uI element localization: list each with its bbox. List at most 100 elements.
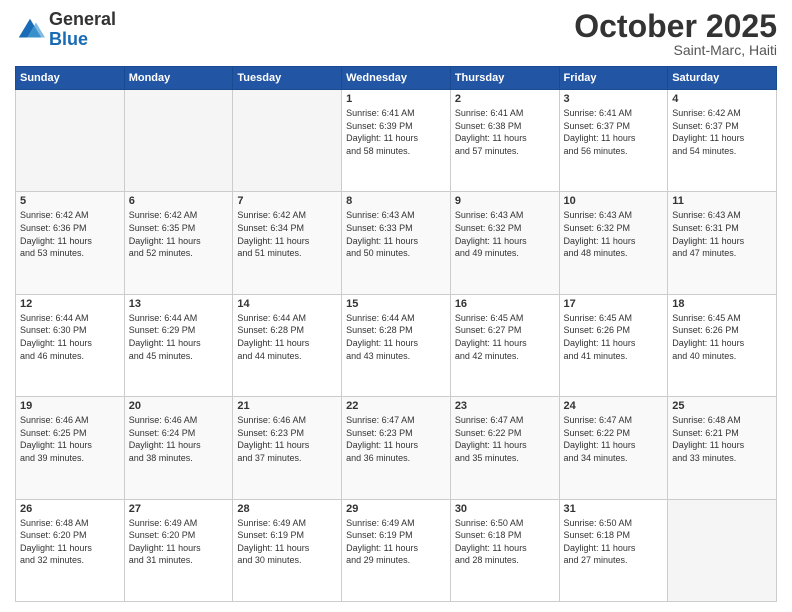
table-row	[233, 90, 342, 192]
table-row: 21 Sunrise: 6:46 AMSunset: 6:23 PMDayligh…	[233, 397, 342, 499]
table-row: 7Sunrise: 6:42 AMSunset: 6:34 PMDaylight…	[233, 192, 342, 294]
logo-icon	[15, 15, 45, 45]
table-row: 25Sunrise: 6:48 AMSunset: 6:21 PMDayligh…	[668, 397, 777, 499]
cell-content: Sunrise: 6:45 AMSunset: 6:26 PMDaylight:…	[672, 312, 772, 362]
table-row: 13Sunrise: 6:44 AMSunset: 6:29 PMDayligh…	[124, 294, 233, 396]
table-row: 30 Sunrise: 6:50 AMSunset: 6:18 PMDayligh…	[450, 499, 559, 601]
table-row: 8 Sunrise: 6:43 AMSunset: 6:33 PMDaylight…	[342, 192, 451, 294]
day-number: 19	[20, 400, 120, 412]
day-number: 1	[346, 93, 446, 105]
cell-content: Sunrise: 6:43 AMSunset: 6:32 PMDaylight:…	[455, 209, 555, 259]
title-block: October 2025 Saint-Marc, Haiti	[574, 10, 777, 58]
cell-content: Sunrise: 6:41 AMSunset: 6:37 PMDaylight:…	[564, 107, 664, 157]
table-row: 16 Sunrise: 6:45 AMSunset: 6:27 PMDayligh…	[450, 294, 559, 396]
day-number: 29	[346, 503, 446, 515]
table-row: 11 Sunrise: 6:43 AMSunset: 6:31 PMDayligh…	[668, 192, 777, 294]
header: General Blue October 2025 Saint-Marc, Ha…	[15, 10, 777, 58]
day-number: 17	[564, 298, 664, 310]
logo: General Blue	[15, 10, 116, 50]
page: General Blue October 2025 Saint-Marc, Ha…	[0, 0, 792, 612]
day-number: 21	[237, 400, 337, 412]
cell-content: Sunrise: 6:43 AMSunset: 6:31 PMDaylight:…	[672, 209, 772, 259]
cell-content: Sunrise: 6:44 AMSunset: 6:28 PMDaylight:…	[346, 312, 446, 362]
cell-content: Sunrise: 6:42 AMSunset: 6:37 PMDaylight:…	[672, 107, 772, 157]
table-row: 3 Sunrise: 6:41 AMSunset: 6:37 PMDaylight…	[559, 90, 668, 192]
table-row: 26Sunrise: 6:48 AMSunset: 6:20 PMDayligh…	[16, 499, 125, 601]
table-row: 18 Sunrise: 6:45 AMSunset: 6:26 PMDayligh…	[668, 294, 777, 396]
day-number: 16	[455, 298, 555, 310]
day-number: 6	[129, 195, 229, 207]
logo-general: General	[49, 9, 116, 29]
table-row	[124, 90, 233, 192]
cell-content: Sunrise: 6:41 AMSunset: 6:38 PMDaylight:…	[455, 107, 555, 157]
table-row: 4 Sunrise: 6:42 AMSunset: 6:37 PMDaylight…	[668, 90, 777, 192]
logo-text: General Blue	[49, 10, 116, 50]
col-friday: Friday	[559, 67, 668, 90]
day-number: 12	[20, 298, 120, 310]
day-number: 14	[237, 298, 337, 310]
cell-content: Sunrise: 6:48 AMSunset: 6:21 PMDaylight:…	[672, 414, 772, 464]
col-tuesday: Tuesday	[233, 67, 342, 90]
cell-content: Sunrise: 6:44 AMSunset: 6:29 PMDaylight:…	[129, 312, 229, 362]
calendar-week-row: 26Sunrise: 6:48 AMSunset: 6:20 PMDayligh…	[16, 499, 777, 601]
cell-content: Sunrise: 6:43 AMSunset: 6:32 PMDaylight:…	[564, 209, 664, 259]
cell-content: Sunrise: 6:48 AMSunset: 6:20 PMDaylight:…	[20, 517, 120, 567]
calendar-header-row: Sunday Monday Tuesday Wednesday Thursday…	[16, 67, 777, 90]
day-number: 22	[346, 400, 446, 412]
table-row: 2 Sunrise: 6:41 AMSunset: 6:38 PMDaylight…	[450, 90, 559, 192]
col-thursday: Thursday	[450, 67, 559, 90]
day-number: 27	[129, 503, 229, 515]
calendar-week-row: 1 Sunrise: 6:41 AMSunset: 6:39 PMDaylight…	[16, 90, 777, 192]
table-row: 20 Sunrise: 6:46 AMSunset: 6:24 PMDayligh…	[124, 397, 233, 499]
day-number: 23	[455, 400, 555, 412]
table-row: 6 Sunrise: 6:42 AMSunset: 6:35 PMDaylight…	[124, 192, 233, 294]
col-sunday: Sunday	[16, 67, 125, 90]
cell-content: Sunrise: 6:41 AMSunset: 6:39 PMDaylight:…	[346, 107, 446, 157]
calendar-week-row: 12Sunrise: 6:44 AMSunset: 6:30 PMDayligh…	[16, 294, 777, 396]
table-row: 19 Sunrise: 6:46 AMSunset: 6:25 PMDayligh…	[16, 397, 125, 499]
cell-content: Sunrise: 6:47 AMSunset: 6:23 PMDaylight:…	[346, 414, 446, 464]
cell-content: Sunrise: 6:45 AMSunset: 6:26 PMDaylight:…	[564, 312, 664, 362]
day-number: 10	[564, 195, 664, 207]
table-row: 23 Sunrise: 6:47 AMSunset: 6:22 PMDayligh…	[450, 397, 559, 499]
cell-content: Sunrise: 6:46 AMSunset: 6:25 PMDaylight:…	[20, 414, 120, 464]
day-number: 15	[346, 298, 446, 310]
cell-content: Sunrise: 6:47 AMSunset: 6:22 PMDaylight:…	[455, 414, 555, 464]
table-row: 31Sunrise: 6:50 AMSunset: 6:18 PMDayligh…	[559, 499, 668, 601]
cell-content: Sunrise: 6:42 AMSunset: 6:36 PMDaylight:…	[20, 209, 120, 259]
location: Saint-Marc, Haiti	[574, 42, 777, 58]
day-number: 3	[564, 93, 664, 105]
day-number: 2	[455, 93, 555, 105]
cell-content: Sunrise: 6:46 AMSunset: 6:23 PMDaylight:…	[237, 414, 337, 464]
cell-content: Sunrise: 6:43 AMSunset: 6:33 PMDaylight:…	[346, 209, 446, 259]
day-number: 8	[346, 195, 446, 207]
table-row: 22 Sunrise: 6:47 AMSunset: 6:23 PMDayligh…	[342, 397, 451, 499]
cell-content: Sunrise: 6:42 AMSunset: 6:35 PMDaylight:…	[129, 209, 229, 259]
cell-content: Sunrise: 6:44 AMSunset: 6:28 PMDaylight:…	[237, 312, 337, 362]
table-row: 10 Sunrise: 6:43 AMSunset: 6:32 PMDayligh…	[559, 192, 668, 294]
day-number: 11	[672, 195, 772, 207]
calendar-week-row: 5 Sunrise: 6:42 AMSunset: 6:36 PMDaylight…	[16, 192, 777, 294]
cell-content: Sunrise: 6:49 AMSunset: 6:19 PMDaylight:…	[346, 517, 446, 567]
cell-content: Sunrise: 6:46 AMSunset: 6:24 PMDaylight:…	[129, 414, 229, 464]
table-row: 17 Sunrise: 6:45 AMSunset: 6:26 PMDayligh…	[559, 294, 668, 396]
day-number: 30	[455, 503, 555, 515]
day-number: 24	[564, 400, 664, 412]
cell-content: Sunrise: 6:50 AMSunset: 6:18 PMDaylight:…	[455, 517, 555, 567]
table-row	[668, 499, 777, 601]
cell-content: Sunrise: 6:50 AMSunset: 6:18 PMDaylight:…	[564, 517, 664, 567]
day-number: 20	[129, 400, 229, 412]
day-number: 7	[237, 195, 337, 207]
table-row: 1 Sunrise: 6:41 AMSunset: 6:39 PMDaylight…	[342, 90, 451, 192]
day-number: 5	[20, 195, 120, 207]
calendar: Sunday Monday Tuesday Wednesday Thursday…	[15, 66, 777, 602]
day-number: 9	[455, 195, 555, 207]
day-number: 18	[672, 298, 772, 310]
day-number: 28	[237, 503, 337, 515]
table-row: 5 Sunrise: 6:42 AMSunset: 6:36 PMDaylight…	[16, 192, 125, 294]
day-number: 4	[672, 93, 772, 105]
table-row: 29 Sunrise: 6:49 AMSunset: 6:19 PMDayligh…	[342, 499, 451, 601]
calendar-week-row: 19 Sunrise: 6:46 AMSunset: 6:25 PMDayligh…	[16, 397, 777, 499]
cell-content: Sunrise: 6:45 AMSunset: 6:27 PMDaylight:…	[455, 312, 555, 362]
table-row: 24Sunrise: 6:47 AMSunset: 6:22 PMDayligh…	[559, 397, 668, 499]
